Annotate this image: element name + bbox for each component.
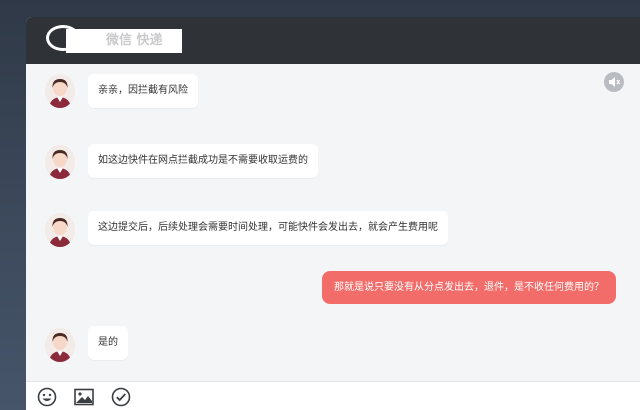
agent-message-bubble: 这边提交后，后续处理会需要时间处理，可能快件会发出去，就会产生费用呢	[88, 211, 448, 245]
picture-icon[interactable]	[73, 386, 95, 408]
message-text: 是的	[98, 337, 118, 348]
chat-window: 微信 快递 亲亲，因拦截有风险 如这边快件在网点拦截成功是不需要收取运费的 这边…	[26, 17, 640, 410]
agent-message-bubble: 是的	[88, 326, 128, 360]
agent-avatar	[45, 328, 75, 362]
agent-avatar	[45, 213, 75, 247]
chat-header: 微信 快递	[26, 17, 640, 64]
chat-title: 微信 快递	[106, 33, 163, 48]
message-text: 那就是说只要没有从分点发出去，退件，是不收任何费用的？	[334, 282, 604, 293]
message-text: 亲亲，因拦截有风险	[98, 85, 188, 96]
speaker-mute-icon[interactable]	[604, 72, 624, 92]
input-toolbar	[26, 381, 640, 410]
message-list[interactable]: 亲亲，因拦截有风险 如这边快件在网点拦截成功是不需要收取运费的 这边提交后，后续…	[26, 64, 640, 381]
smiley-icon[interactable]	[36, 386, 58, 408]
my-message-bubble: 那就是说只要没有从分点发出去，退件，是不收任何费用的？	[322, 271, 616, 304]
agent-message-bubble: 如这边快件在网点拦截成功是不需要收取运费的	[88, 144, 318, 178]
message-text: 如这边快件在网点拦截成功是不需要收取运费的	[98, 155, 308, 166]
agent-avatar	[45, 145, 75, 179]
chat-title-redacted: 微信 快递	[66, 29, 182, 53]
check-circle-icon[interactable]	[110, 386, 132, 408]
agent-message-bubble: 亲亲，因拦截有风险	[88, 74, 198, 108]
agent-avatar	[45, 74, 75, 108]
message-text: 这边提交后，后续处理会需要时间处理，可能快件会发出去，就会产生费用呢	[98, 222, 438, 233]
